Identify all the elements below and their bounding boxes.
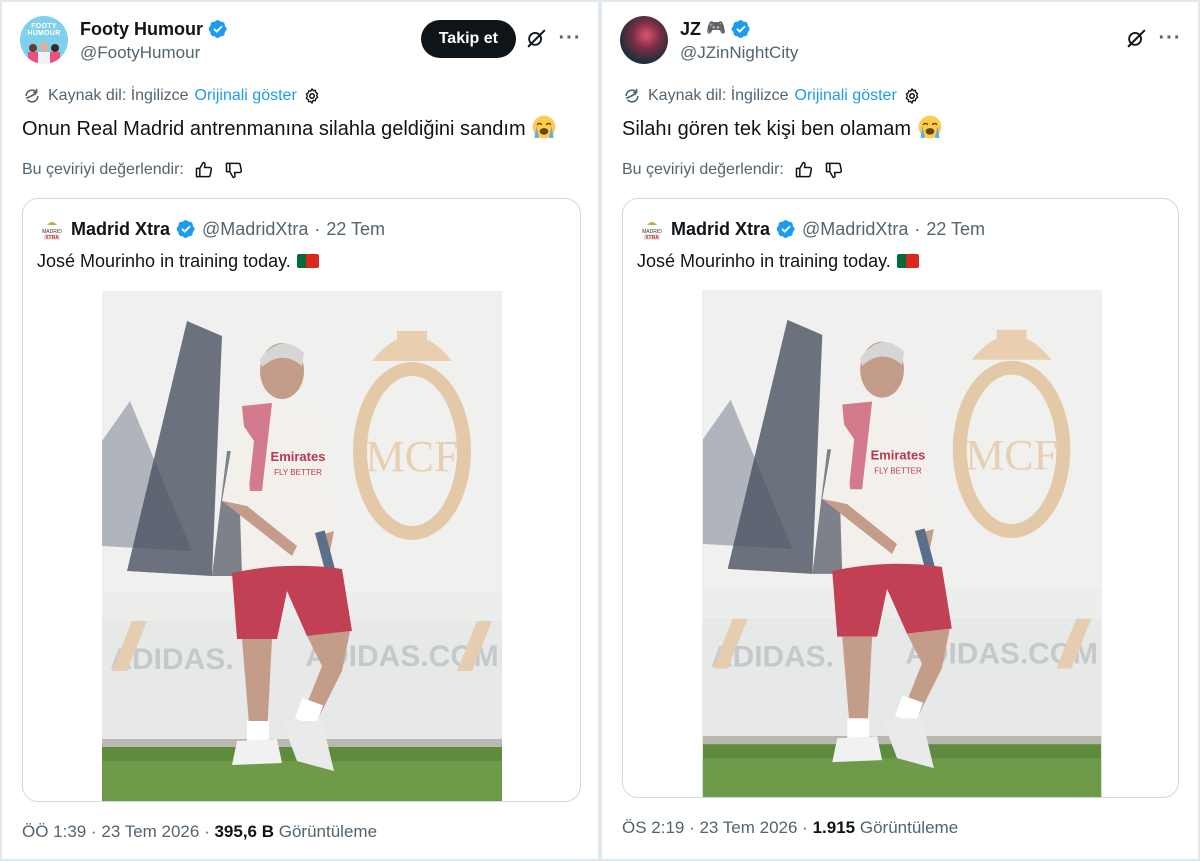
post-meta: ÖÖ 1:39 · 23 Tem 2026 · 395,6 B Görüntül… (22, 822, 377, 842)
more-icon[interactable]: ··· (1156, 24, 1184, 52)
post-text-content: Silahı gören tek kişi ben olamam (622, 118, 912, 140)
verified-badge-icon (176, 219, 196, 239)
separator: · (914, 218, 921, 239)
grok-icon[interactable] (1122, 24, 1150, 52)
avatar-logo-text: FOOTY HUMOUR (27, 23, 61, 37)
post-timestamp[interactable]: ÖÖ 1:39 · 23 Tem 2026 · (22, 822, 210, 841)
svg-text:XTRA: XTRA (45, 235, 59, 241)
verified-badge-icon (731, 19, 751, 39)
quoted-handle[interactable]: @MadridXtra (802, 219, 908, 240)
views-label: Görüntüleme (859, 818, 959, 837)
quoted-display-name[interactable]: Madrid Xtra (71, 219, 170, 240)
verified-badge-icon (776, 219, 796, 239)
thumbs-up-icon[interactable] (794, 160, 814, 180)
quoted-display-name[interactable]: Madrid Xtra (671, 219, 770, 240)
quoted-text: José Mourinho in training today. (37, 249, 319, 273)
quoted-date[interactable]: 22 Tem (926, 219, 985, 240)
author-info[interactable]: JZ 🎮 @JZinNightCity (680, 18, 798, 64)
post-text: Silahı gören tek kişi ben olamam (622, 114, 943, 143)
quoted-date[interactable]: 22 Tem (326, 219, 385, 240)
portugal-flag-icon (896, 254, 919, 268)
quoted-text: José Mourinho in training today. (637, 249, 919, 273)
rate-translation-label: Bu çeviriyi değerlendir: (622, 161, 784, 178)
thumbs-up-icon[interactable] (194, 160, 214, 180)
post-text-content: Onun Real Madrid antrenmanına silahla ge… (22, 118, 526, 140)
author-info[interactable]: Footy Humour @FootyHumour (80, 18, 228, 64)
avatar-illustration (28, 42, 60, 64)
show-original-link[interactable]: Orijinali göster (795, 87, 897, 105)
post-header: JZ 🎮 @JZinNightCity ··· (620, 16, 1184, 70)
loudly-crying-emoji-icon (917, 114, 943, 140)
view-count: 395,6 B (214, 822, 275, 841)
post-timestamp[interactable]: ÖS 2:19 · 23 Tem 2026 · (622, 818, 808, 837)
game-controller-emoji: 🎮 (706, 20, 726, 37)
translation-info: Kaynak dil: İngilizce Orijinali göster (622, 86, 921, 106)
post-text: Onun Real Madrid antrenmanına silahla ge… (22, 114, 557, 143)
post-card-footy-humour[interactable]: FOOTY HUMOUR Footy Humour @FootyHumour T… (2, 2, 598, 859)
separator: · (314, 218, 321, 239)
follow-button[interactable]: Takip et (420, 20, 516, 58)
quoted-text-content: José Mourinho in training today. (37, 251, 291, 271)
more-icon[interactable]: ··· (556, 24, 584, 52)
avatar[interactable] (620, 16, 668, 64)
grok-icon[interactable] (522, 24, 550, 52)
translate-icon (22, 86, 42, 106)
display-name-text[interactable]: Footy Humour (80, 18, 203, 40)
view-count: 1.915 (812, 818, 856, 837)
source-language-label: Kaynak dil: İngilizce (648, 87, 789, 104)
thumbs-down-icon[interactable] (224, 160, 244, 180)
settings-gear-icon[interactable] (303, 87, 321, 105)
quoted-text-content: José Mourinho in training today. (637, 251, 891, 271)
post-card-jz[interactable]: JZ 🎮 @JZinNightCity ··· Kaynak dil: İngi… (602, 2, 1198, 859)
views-label: Görüntüleme (278, 822, 378, 841)
display-name-text[interactable]: JZ (680, 18, 701, 40)
thumbs-down-icon[interactable] (824, 160, 844, 180)
show-original-link[interactable]: Orijinali göster (195, 87, 297, 105)
quoted-photo[interactable] (102, 291, 502, 801)
rate-translation: Bu çeviriyi değerlendir: (22, 160, 244, 180)
translate-icon (622, 86, 642, 106)
screenshot-stage: FOOTY HUMOUR Footy Humour @FootyHumour T… (0, 0, 1200, 861)
post-meta: ÖS 2:19 · 23 Tem 2026 · 1.915 Görüntülem… (622, 818, 958, 838)
translation-info: Kaynak dil: İngilizce Orijinali göster (22, 86, 321, 106)
quoted-post-header: MADRID XTRA Madrid Xtra @MadridXtra · 22… (39, 217, 385, 241)
settings-gear-icon[interactable] (903, 87, 921, 105)
rate-translation-label: Bu çeviriyi değerlendir: (22, 161, 184, 178)
source-language-label: Kaynak dil: İngilizce (48, 87, 189, 104)
portugal-flag-icon (296, 254, 319, 268)
quoted-post-header: MADRID XTRA Madrid Xtra @MadridXtra · 22… (639, 217, 985, 241)
display-name[interactable]: Footy Humour (80, 18, 228, 40)
quoted-photo[interactable] (702, 290, 1102, 798)
madrid-xtra-avatar[interactable]: MADRID XTRA (639, 217, 665, 241)
user-handle[interactable]: @FootyHumour (80, 42, 228, 64)
verified-badge-icon (208, 19, 228, 39)
post-header: FOOTY HUMOUR Footy Humour @FootyHumour T… (20, 16, 584, 70)
quoted-post[interactable]: MADRID XTRA Madrid Xtra @MadridXtra · 22… (22, 198, 581, 802)
madrid-xtra-avatar[interactable]: MADRID XTRA (39, 217, 65, 241)
mourinho-training-photo (702, 290, 1102, 798)
quoted-post[interactable]: MADRID XTRA Madrid Xtra @MadridXtra · 22… (622, 198, 1179, 798)
svg-text:XTRA: XTRA (645, 235, 659, 241)
display-name[interactable]: JZ 🎮 (680, 18, 798, 40)
avatar[interactable]: FOOTY HUMOUR (20, 16, 68, 64)
mourinho-training-photo (102, 291, 502, 801)
loudly-crying-emoji-icon (531, 114, 557, 140)
quoted-handle[interactable]: @MadridXtra (202, 219, 308, 240)
rate-translation: Bu çeviriyi değerlendir: (622, 160, 844, 180)
user-handle[interactable]: @JZinNightCity (680, 42, 798, 64)
